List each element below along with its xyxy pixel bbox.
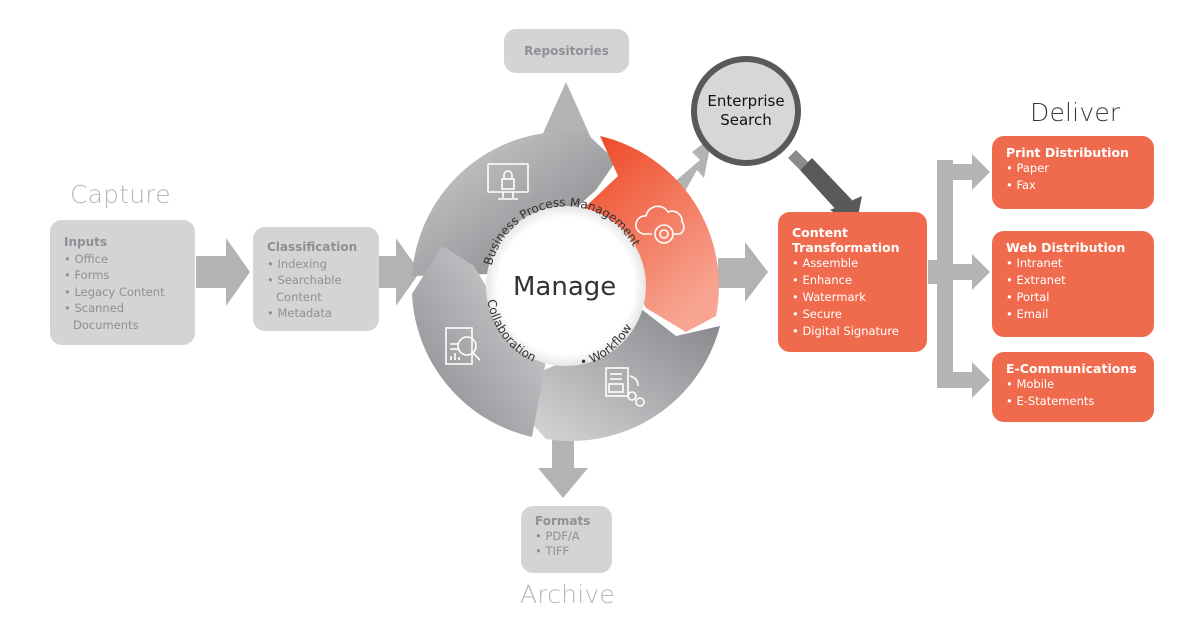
stage-title-capture: Capture [70,180,171,209]
arrow-inputs-to-classification [196,238,250,306]
web-item: Extranet [1006,272,1140,289]
web-item: Portal [1006,289,1140,306]
enterprise-search-line1: Enterprise [707,92,785,110]
inputs-item: Legacy Content [64,284,181,301]
classification-box: Classification Indexing Searchable Conte… [253,227,379,331]
web-item: Intranet [1006,255,1140,272]
stage-title-deliver: Deliver [1030,98,1121,127]
print-item: Paper [1006,160,1140,177]
print-distribution-box: Print Distribution Paper Fax [992,136,1154,209]
ecomm-title: E-Communications [1006,361,1137,376]
arrow-to-ecomm [953,362,990,398]
inputs-title: Inputs [64,235,108,249]
ecomm-item: E-Statements [1006,393,1140,410]
ct-item: Assemble [792,255,913,272]
print-title: Print Distribution [1006,145,1129,160]
ct-item: Watermark [792,289,913,306]
inputs-item: Documents [73,317,139,332]
ct-item: Enhance [792,272,913,289]
e-communications-box: E-Communications Mobile E-Statements [992,352,1154,422]
classification-item: Metadata [267,305,365,322]
inputs-item: Office [64,251,181,268]
web-title: Web Distribution [1006,240,1126,255]
classification-item: Searchable [267,272,365,289]
stage-title-manage: Manage [513,272,617,302]
repositories-title: Repositories [524,44,609,58]
web-item: Email [1006,306,1140,323]
content-transformation-box: Content Transformation Assemble Enhance … [778,212,927,352]
inputs-box: Inputs Office Forms Legacy Content Scann… [50,220,195,345]
magnifier-icon [691,56,862,226]
formats-item: TIFF [535,544,598,559]
inputs-item: Scanned [64,300,181,317]
ct-title-2: Transformation [792,240,900,255]
classification-item: Content [276,289,322,304]
enterprise-search-label: Enterprise Search [700,92,792,130]
arrow-to-print [953,154,990,190]
arrow-to-content-transformation [718,242,768,302]
stage-title-archive: Archive [520,580,615,609]
ct-item: Digital Signature [792,323,913,340]
ct-item: Secure [792,306,913,323]
formats-box: Formats PDF/A TIFF [521,506,612,573]
print-item: Fax [1006,177,1140,194]
formats-title: Formats [535,514,591,528]
classification-item: Indexing [267,256,365,273]
ct-title-1: Content [792,225,848,240]
formats-item: PDF/A [535,529,598,544]
inputs-item: Forms [64,267,181,284]
web-distribution-box: Web Distribution Intranet Extranet Porta… [992,231,1154,337]
repositories-box: Repositories [504,29,629,73]
ecomm-item: Mobile [1006,376,1140,393]
enterprise-search-line2: Search [720,111,772,129]
classification-title: Classification [267,240,358,254]
